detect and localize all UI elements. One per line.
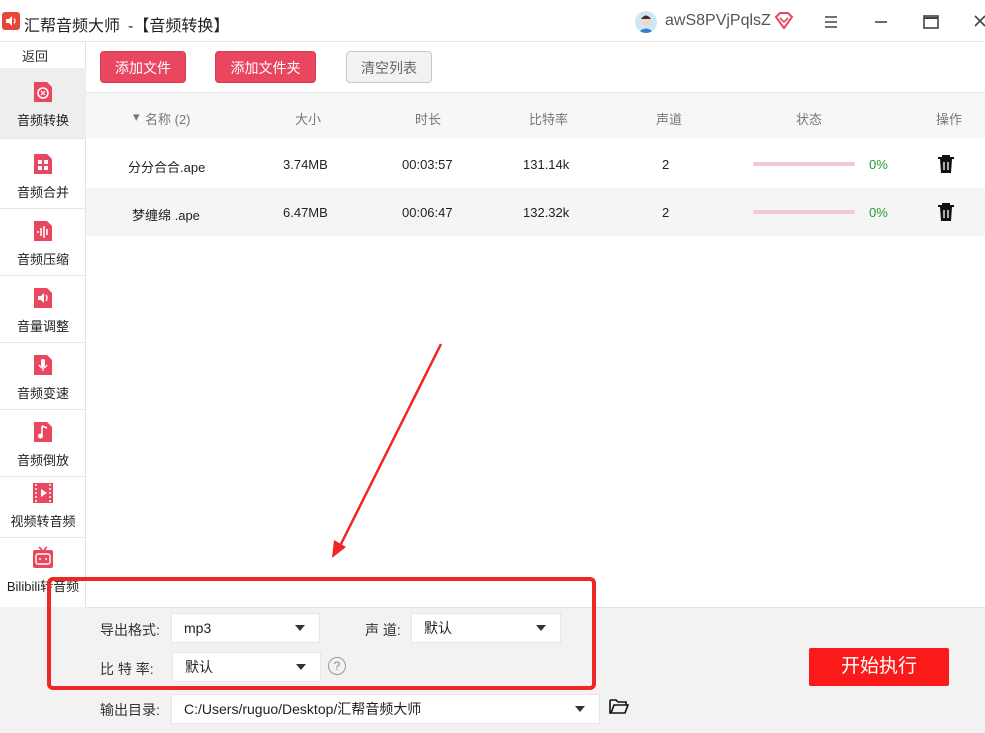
format-value: mp3 (184, 620, 212, 636)
close-icon[interactable] (969, 10, 985, 34)
trash-icon[interactable] (937, 202, 955, 222)
chevron-down-icon (536, 625, 546, 631)
file-bitrate: 132.32k (523, 205, 570, 220)
sidebar-item-label: 音频变速 (16, 386, 69, 401)
sidebar-item-label: 音频倒放 (16, 453, 69, 468)
volume-icon (34, 288, 52, 308)
column-duration[interactable]: 时长 (415, 109, 441, 128)
file-table-header: ▾ 名称 (2) 大小 时长 比特率 声道 状态 操作 (86, 92, 985, 138)
title-bar: 汇帮音频大师 -【音频转换】 awS8PVjPqlsZ (0, 0, 985, 42)
app-logo-icon (2, 12, 20, 30)
chevron-down-icon (295, 625, 305, 631)
sidebar-item-label: 视频转音频 (10, 514, 76, 529)
bitrate-select[interactable]: 默认 (172, 652, 321, 682)
folder-open-icon[interactable] (609, 697, 629, 715)
output-dir-label: 输出目录: (100, 702, 160, 718)
sidebar-item-label: 音频转换 (16, 113, 69, 128)
sidebar-item-audio-convert[interactable]: 音频转换 (0, 68, 86, 138)
output-dir-value: C:/Users/ruguo/Desktop/汇帮音频大师 (184, 701, 422, 717)
file-bitrate: 131.14k (523, 157, 570, 172)
microphone-icon (34, 355, 52, 375)
progress-bar (753, 210, 855, 214)
file-size: 6.47MB (283, 205, 328, 220)
bitrate-value: 默认 (185, 659, 213, 675)
audio-convert-icon (34, 82, 52, 102)
table-row[interactable]: 分分合合.ape 3.74MB 00:03:57 131.14k 2 0% (86, 140, 985, 188)
format-select[interactable]: mp3 (171, 613, 320, 643)
add-folder-button[interactable]: 添加文件夹 (215, 51, 316, 83)
sidebar-bottom (0, 607, 86, 733)
format-label: 导出格式: (100, 622, 160, 638)
trash-icon[interactable] (937, 154, 955, 174)
column-bitrate[interactable]: 比特率 (529, 109, 568, 128)
sort-desc-icon[interactable]: ▾ (133, 109, 140, 125)
film-icon (33, 483, 53, 503)
sidebar-item-label: Bilibili转音频 (6, 579, 80, 594)
hamburger-icon[interactable] (819, 10, 843, 34)
clear-list-button[interactable]: 清空列表 (346, 51, 432, 83)
music-note-icon (34, 422, 52, 442)
table-row[interactable]: 梦缠绵 .ape 6.47MB 00:06:47 132.32k 2 0% (86, 188, 985, 236)
file-duration: 00:03:57 (402, 157, 453, 172)
bilibili-tv-icon (33, 546, 53, 568)
sidebar-item-audio-merge[interactable]: 音频合并 (0, 152, 86, 208)
sidebar-item-bilibili[interactable]: Bilibili转音频 (0, 546, 86, 602)
file-name: 分分合合.ape (128, 160, 206, 175)
app-title: 汇帮音频大师 (24, 18, 121, 35)
file-channels: 2 (662, 205, 670, 220)
progress-percent: 0% (869, 157, 888, 172)
column-name[interactable]: 名称 (2) (145, 109, 191, 128)
progress-bar (753, 162, 855, 166)
sidebar-item-audio-reverse[interactable]: 音频倒放 (0, 420, 86, 476)
file-size: 3.74MB (283, 157, 328, 172)
column-size[interactable]: 大小 (295, 109, 321, 128)
file-channels: 2 (662, 157, 670, 172)
sidebar-item-volume[interactable]: 音量调整 (0, 286, 86, 342)
sidebar-item-video-to-audio[interactable]: 视频转音频 (0, 481, 86, 537)
bitrate-label: 比 特 率: (100, 661, 154, 677)
sidebar-item-label: 音频合并 (16, 185, 69, 200)
audio-merge-icon (34, 154, 52, 174)
column-channels[interactable]: 声道 (656, 109, 682, 128)
add-file-button[interactable]: 添加文件 (100, 51, 186, 83)
sidebar-item-label: 音频压缩 (16, 252, 69, 267)
window-subtitle: -【音频转换】 (128, 18, 230, 35)
audio-compress-icon (34, 221, 52, 241)
column-status: 状态 (796, 112, 823, 127)
output-dir-select[interactable]: C:/Users/ruguo/Desktop/汇帮音频大师 (171, 694, 600, 724)
username[interactable]: awS8PVjPqlsZ (665, 12, 771, 30)
chevron-down-icon (575, 706, 585, 712)
sidebar-item-label: 音量调整 (16, 319, 69, 334)
user-avatar[interactable] (635, 11, 657, 33)
sidebar-item-audio-compress[interactable]: 音频压缩 (0, 219, 86, 275)
channel-value: 默认 (424, 620, 452, 636)
help-icon[interactable]: ? (328, 657, 346, 675)
channel-label: 声 道: (365, 622, 401, 638)
minimize-icon[interactable] (869, 10, 893, 34)
channel-select[interactable]: 默认 (411, 613, 561, 643)
back-button[interactable]: 返回 (0, 46, 70, 66)
progress-percent: 0% (869, 205, 888, 220)
column-actions: 操作 (936, 112, 963, 127)
file-duration: 00:06:47 (402, 205, 453, 220)
start-button[interactable]: 开始执行 (809, 648, 949, 686)
chevron-down-icon (296, 664, 306, 670)
maximize-icon[interactable] (919, 10, 943, 34)
vip-diamond-icon[interactable] (774, 11, 794, 31)
sidebar-item-audio-speed[interactable]: 音频变速 (0, 353, 86, 409)
file-name: 梦缠绵 .ape (132, 208, 200, 223)
